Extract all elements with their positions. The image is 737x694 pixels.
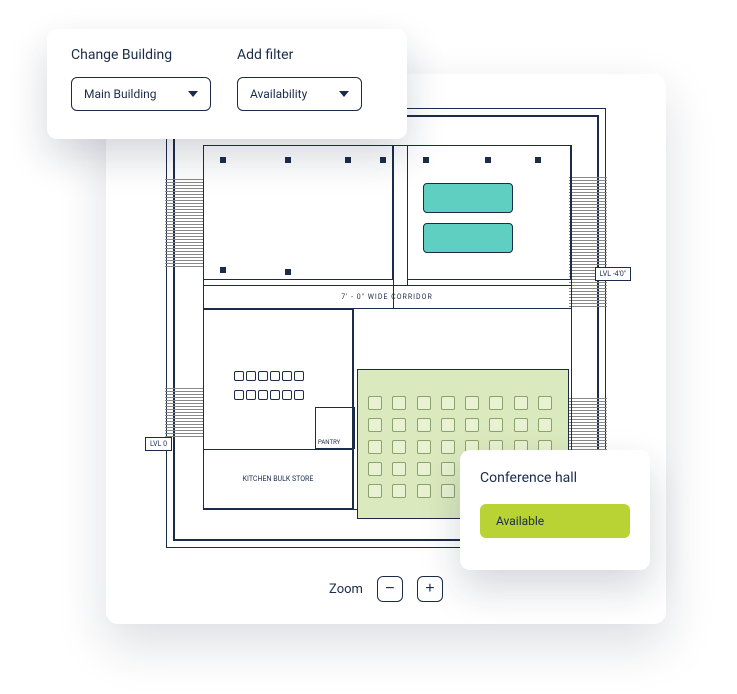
zoom-in-button[interactable]: + — [417, 576, 443, 602]
corridor-label: 7' - 0" WIDE CORRIDOR — [203, 285, 571, 309]
column-icon — [285, 269, 291, 275]
add-filter-label: Add filter — [237, 47, 362, 63]
column-icon — [220, 267, 226, 273]
add-filter-select[interactable]: Availability — [237, 77, 362, 111]
building-select[interactable]: Main Building — [71, 77, 211, 111]
level-tag-left: LVL 0 — [145, 437, 172, 451]
vehicle-icon — [423, 183, 513, 213]
chevron-down-icon — [339, 91, 349, 97]
small-seating-area — [233, 367, 319, 433]
room-kitchen-store[interactable]: KITCHEN BULK STORE — [203, 449, 353, 509]
add-filter-value: Availability — [250, 87, 307, 101]
vehicle-icon — [423, 223, 513, 253]
building-select-label: Change Building — [71, 47, 211, 63]
column-icon — [345, 157, 351, 163]
column-icon — [220, 157, 226, 163]
filter-panel: Change Building Main Building Add filter… — [47, 29, 407, 139]
zoom-out-button[interactable]: − — [377, 576, 403, 602]
hatch-left-upper — [165, 177, 203, 267]
column-icon — [380, 157, 386, 163]
chevron-down-icon — [188, 91, 198, 97]
column-icon — [285, 157, 291, 163]
availability-status-badge[interactable]: Available — [480, 504, 630, 538]
level-tag-right: LVL -4'0" — [595, 267, 631, 281]
room-open-area[interactable] — [203, 145, 393, 280]
zoom-label: Zoom — [329, 582, 363, 597]
room-pantry[interactable]: PANTRY — [315, 407, 355, 449]
hatch-right-upper — [569, 177, 607, 307]
hatch-left-lower — [165, 387, 203, 437]
building-select-value: Main Building — [84, 87, 157, 101]
room-detail-popover: Conference hall Available — [460, 450, 650, 570]
zoom-controls: Zoom − + — [106, 576, 666, 602]
popover-room-title: Conference hall — [480, 470, 630, 486]
